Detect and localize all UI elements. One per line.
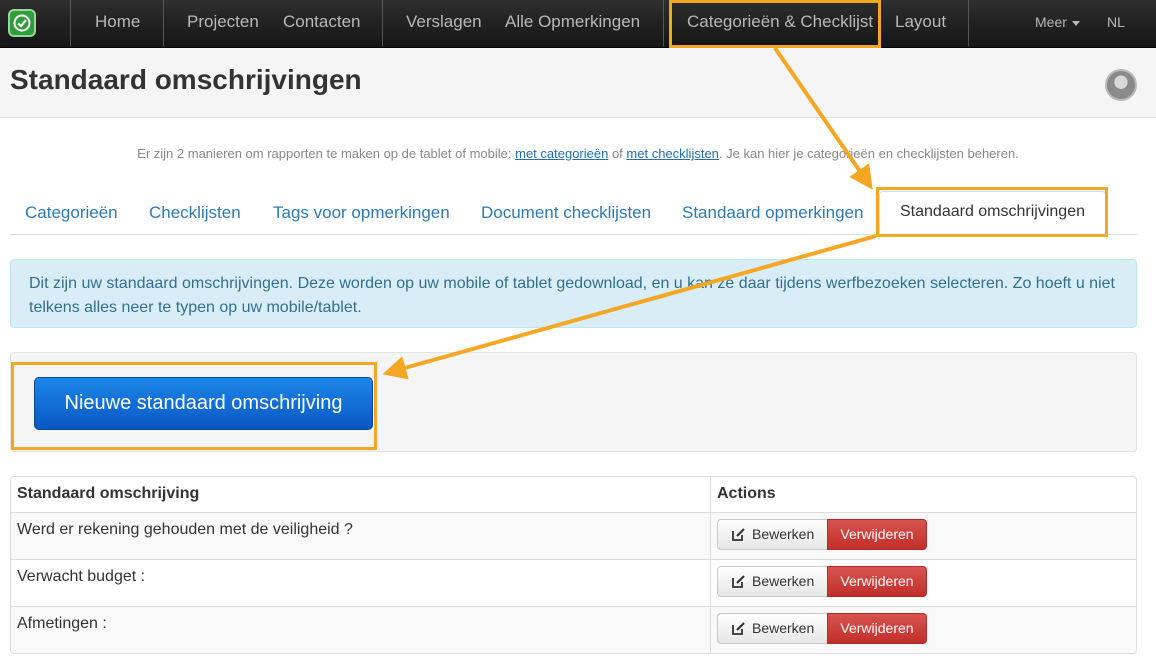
tab-standaard-opmerkingen[interactable]: Standaard opmerkingen — [682, 203, 863, 223]
table-header-row: Standaard omschrijving Actions — [11, 477, 1136, 512]
nav-verslagen[interactable]: Verslagen — [406, 12, 482, 32]
nav-more-dropdown[interactable]: Meer — [1035, 14, 1080, 30]
intro-text-after: . Je kan hier je categorieën en checklij… — [718, 146, 1019, 161]
tab-tags-voor-opmerkingen[interactable]: Tags voor opmerkingen — [273, 203, 450, 223]
delete-button[interactable]: Verwijderen — [827, 519, 927, 550]
language-selector[interactable]: NL — [1107, 14, 1125, 30]
column-header-description: Standaard omschrijving — [17, 485, 200, 502]
annotation-highlight-button — [11, 362, 377, 450]
intro-text-middle: of — [608, 146, 627, 161]
table-row: Afmetingen : Bewerken Verwijderen — [11, 606, 1136, 653]
nav-divider — [968, 0, 969, 46]
description-cell: Werd er rekening gehouden met de veiligh… — [17, 521, 353, 538]
edit-icon — [732, 575, 745, 588]
nav-contacten[interactable]: Contacten — [283, 12, 361, 32]
nav-divider — [663, 0, 664, 46]
nav-home[interactable]: Home — [95, 12, 140, 32]
page-header: Standaard omschrijvingen — [0, 48, 1156, 118]
top-navbar: Home Projecten Contacten Verslagen Alle … — [0, 0, 1156, 48]
actions-cell: Bewerken Verwijderen — [710, 513, 1136, 559]
edit-button[interactable]: Bewerken — [717, 519, 828, 550]
annotation-highlight-tab — [876, 187, 1108, 237]
edit-button[interactable]: Bewerken — [717, 613, 828, 644]
description-cell: Afmetingen : — [17, 615, 107, 632]
column-header-actions: Actions — [710, 477, 1136, 512]
edit-icon — [732, 622, 745, 635]
edit-label: Bewerken — [752, 620, 815, 636]
nav-alle-opmerkingen[interactable]: Alle Opmerkingen — [505, 12, 640, 32]
link-met-checklijsten[interactable]: met checklijsten — [626, 146, 718, 161]
edit-icon — [732, 528, 745, 541]
annotation-highlight-nav — [669, 0, 881, 48]
link-met-categorieen[interactable]: met categorieën — [515, 146, 608, 161]
actions-cell: Bewerken Verwijderen — [710, 560, 1136, 606]
table-row: Werd er rekening gehouden met de veiligh… — [11, 512, 1136, 559]
table-row: Verwacht budget : Bewerken Verwijderen — [11, 559, 1136, 606]
avatar[interactable] — [1105, 69, 1137, 101]
description-cell: Verwacht budget : — [17, 568, 146, 585]
delete-button[interactable]: Verwijderen — [827, 613, 927, 644]
nav-layout[interactable]: Layout — [895, 12, 946, 32]
app-logo-check-icon[interactable] — [8, 9, 36, 37]
edit-label: Bewerken — [752, 573, 815, 589]
nav-projecten[interactable]: Projecten — [187, 12, 259, 32]
nav-divider — [163, 0, 164, 46]
nav-divider — [70, 0, 71, 46]
delete-button[interactable]: Verwijderen — [827, 566, 927, 597]
descriptions-table: Standaard omschrijving Actions Werd er r… — [10, 476, 1137, 654]
edit-button[interactable]: Bewerken — [717, 566, 828, 597]
chevron-down-icon — [1071, 20, 1080, 26]
intro-text: Er zijn 2 manieren om rapporten te maken… — [0, 146, 1156, 161]
edit-label: Bewerken — [752, 526, 815, 542]
nav-divider — [382, 0, 383, 46]
info-alert: Dit zijn uw standaard omschrijvingen. De… — [10, 259, 1137, 328]
nav-more-label: Meer — [1035, 14, 1067, 30]
actions-cell: Bewerken Verwijderen — [710, 607, 1136, 653]
tab-document-checklijsten[interactable]: Document checklijsten — [481, 203, 651, 223]
intro-text-before: Er zijn 2 manieren om rapporten te maken… — [137, 146, 516, 161]
page-title: Standaard omschrijvingen — [10, 64, 362, 95]
tab-categorieen[interactable]: Categorieën — [25, 203, 118, 223]
tab-checklijsten[interactable]: Checklijsten — [149, 203, 241, 223]
